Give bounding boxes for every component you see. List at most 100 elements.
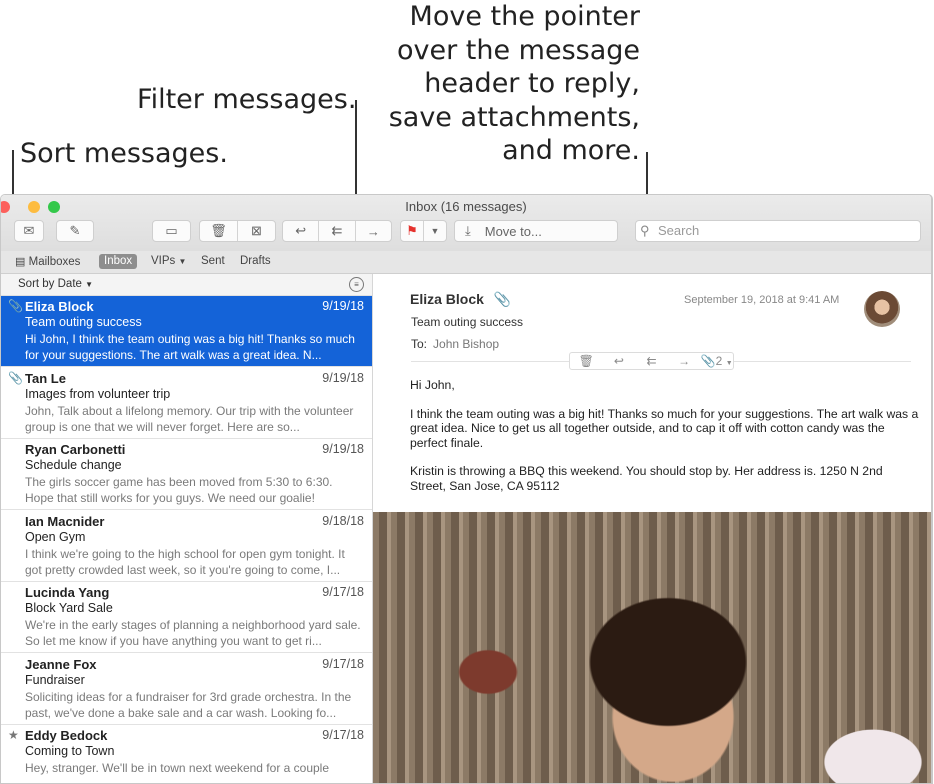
mail-window: Inbox (16 messages) ✉ ✎ ▭ 🗑 ⊠ ↩ ⇇ → ⚑ ▼ — [0, 194, 933, 784]
flag-button[interactable]: ⚑ ▼ — [400, 220, 447, 242]
titlebar: Inbox (16 messages) ✉ ✎ ▭ 🗑 ⊠ ↩ ⇇ → ⚑ ▼ — [1, 195, 931, 251]
message-sender: Tan Le — [25, 370, 66, 386]
message-viewer: Eliza Block 📎 September 19, 2018 at 9:41… — [373, 274, 931, 783]
body-paragraph: I think the team outing was a big hit! T… — [410, 406, 919, 450]
message-row[interactable]: Jeanne Fox 9/17/18 Fundraiser Soliciting id… — [1, 654, 372, 725]
message-row[interactable]: Ian Macnider 9/18/18 Open Gym I think we're… — [1, 511, 372, 582]
sort-label: Sort by Date — [18, 278, 82, 290]
attachments-button[interactable]: 📎2 ▼ — [700, 354, 733, 368]
message-row[interactable]: 📎 Tan Le 9/19/18 Images from volunteer trip… — [1, 368, 372, 439]
sort-bar: Sort by Date ▼ ≡ — [1, 274, 372, 296]
paperclip-icon: 📎 — [493, 291, 512, 307]
filter-icon[interactable]: ≡ — [349, 277, 364, 292]
callout-pointer-line: header to reply, — [424, 68, 640, 99]
chevron-down-icon: ▼ — [430, 226, 440, 236]
get-mail-icon: ✉ — [23, 223, 35, 238]
callout-pointer-line: Move the pointer — [409, 1, 640, 32]
message-preview: The girls soccer game has been moved fro… — [25, 475, 333, 505]
sender-avatar — [864, 291, 900, 327]
message-preview: We're in the early stages of planning a … — [25, 618, 361, 648]
message-sender: Ryan Carbonetti — [25, 442, 126, 457]
compose-button[interactable]: ✎ — [56, 220, 94, 242]
message-subject: Block Yard Sale — [25, 601, 113, 615]
message-subject: Team outing success — [25, 315, 142, 329]
message-subject: Images from volunteer trip — [25, 386, 171, 401]
move-to-button[interactable]: ⤓ Move to... — [454, 220, 618, 242]
get-mail-button[interactable]: ✉ — [14, 220, 44, 242]
paperclip-icon: 📎 — [8, 299, 23, 313]
message-subject: Schedule change — [25, 458, 122, 472]
message-date: 9/17/18 — [322, 728, 364, 742]
favorites-bar: ▤ Mailboxes Inbox VIPs ▼ Sent Drafts — [1, 251, 931, 274]
message-row[interactable]: Lucinda Yang 9/17/18 Block Yard Sale We're … — [1, 582, 372, 653]
message-preview: Hi John, I think the team outing was a b… — [25, 332, 355, 362]
trash-icon[interactable]: 🗑 — [570, 354, 603, 368]
message-date: 9/19/18 — [322, 299, 364, 313]
message-row[interactable]: ★ Eddy Bedock 9/17/18 Coming to Town Hey, st… — [1, 725, 372, 783]
search-icon: ⚲ — [640, 223, 650, 238]
archive-button[interactable]: ▭ — [152, 220, 191, 242]
favorite-drafts[interactable]: Drafts — [240, 255, 271, 267]
search-placeholder: Search — [658, 223, 700, 238]
message-row[interactable]: 📎 Eliza Block 9/19/18 Team outing success Hi… — [1, 296, 372, 367]
message-subject: Fundraiser — [25, 672, 85, 687]
header-hover-toolbar: 🗑 ↩ ⇇ → 📎2 ▼ — [569, 352, 734, 370]
chevron-down-icon: ▼ — [725, 360, 733, 367]
callout-filter: Filter messages. — [137, 84, 357, 115]
callout-pointer-line: and more. — [502, 135, 640, 166]
paperclip-icon: 📎 — [8, 370, 23, 385]
trash-icon[interactable]: 🗑 — [200, 223, 237, 239]
to-recipient[interactable]: John Bishop — [433, 337, 499, 351]
reply-icon[interactable]: ↩ — [283, 223, 318, 239]
favorite-inbox[interactable]: Inbox — [99, 254, 138, 269]
search-field[interactable]: ⚲ Search — [635, 220, 921, 242]
move-to-label: Move to... — [484, 223, 542, 239]
message-sender: Lucinda Yang — [25, 585, 110, 600]
reply-all-icon[interactable]: ⇇ — [319, 223, 354, 239]
message-preview: John, Talk about a lifelong memory. Our … — [25, 403, 354, 434]
body-greeting: Hi John, — [410, 378, 455, 392]
sort-by-date-button[interactable]: Sort by Date ▼ — [18, 278, 93, 290]
message-subject: Coming to Town — [25, 744, 115, 758]
attached-photo — [373, 512, 931, 783]
junk-icon[interactable]: ⊠ — [238, 223, 275, 239]
forward-icon[interactable]: → — [356, 224, 391, 239]
mailboxes-button[interactable]: ▤ Mailboxes — [15, 255, 80, 268]
paperclip-icon: 📎 — [700, 354, 716, 368]
chevron-down-icon: ▼ — [85, 280, 94, 289]
forward-icon[interactable]: → — [668, 354, 701, 368]
message-sender: Eddy Bedock — [25, 728, 108, 743]
message-date: 9/19/18 — [322, 370, 364, 385]
body-paragraph: Kristin is throwing a BBQ this weekend. … — [410, 464, 883, 493]
message-subject: Team outing success — [411, 315, 524, 329]
chevron-down-icon: ▼ — [178, 257, 187, 266]
archive-icon: ▭ — [165, 223, 178, 238]
sender-label: Eliza Block — [410, 291, 484, 307]
sidebar-icon: ▤ — [15, 256, 26, 268]
message-preview: Hey, stranger. We'll be in town next wee… — [25, 761, 330, 775]
sender-name[interactable]: Eliza Block 📎 — [410, 291, 511, 308]
message-preview: I think we're going to the high school f… — [25, 546, 345, 577]
flag-icon: ⚑ — [406, 223, 418, 238]
message-date: September 19, 2018 at 9:41 AM — [684, 294, 840, 306]
message-row[interactable]: Ryan Carbonetti 9/19/18 Schedule change The… — [1, 439, 372, 510]
callout-sort: Sort messages. — [20, 138, 228, 169]
message-date: 9/17/18 — [322, 656, 364, 671]
message-preview: Soliciting ideas for a fundraiser for 3r… — [25, 689, 352, 720]
message-date: 9/17/18 — [322, 585, 364, 599]
favorite-sent[interactable]: Sent — [201, 255, 225, 267]
reply-group: ↩ ⇇ → — [282, 220, 392, 242]
callout-pointer-line: save attachments, — [388, 101, 640, 133]
reply-icon[interactable]: ↩ — [603, 354, 636, 368]
message-list: Sort by Date ▼ ≡ 📎 Eliza Block 9/19/18 Team… — [1, 274, 373, 783]
message-to: To: John Bishop — [411, 337, 499, 351]
vips-label: VIPs — [151, 255, 176, 267]
move-to-icon: ⤓ — [465, 223, 471, 238]
message-sender: Eliza Block — [25, 299, 94, 314]
message-subject: Open Gym — [25, 529, 86, 544]
mailboxes-label: Mailboxes — [28, 256, 81, 268]
attachment-count: 2 — [715, 354, 723, 368]
message-body: Hi John, I think the team outing was a b… — [410, 378, 919, 507]
favorite-vips[interactable]: VIPs ▼ — [151, 255, 186, 267]
reply-all-icon[interactable]: ⇇ — [635, 354, 668, 368]
